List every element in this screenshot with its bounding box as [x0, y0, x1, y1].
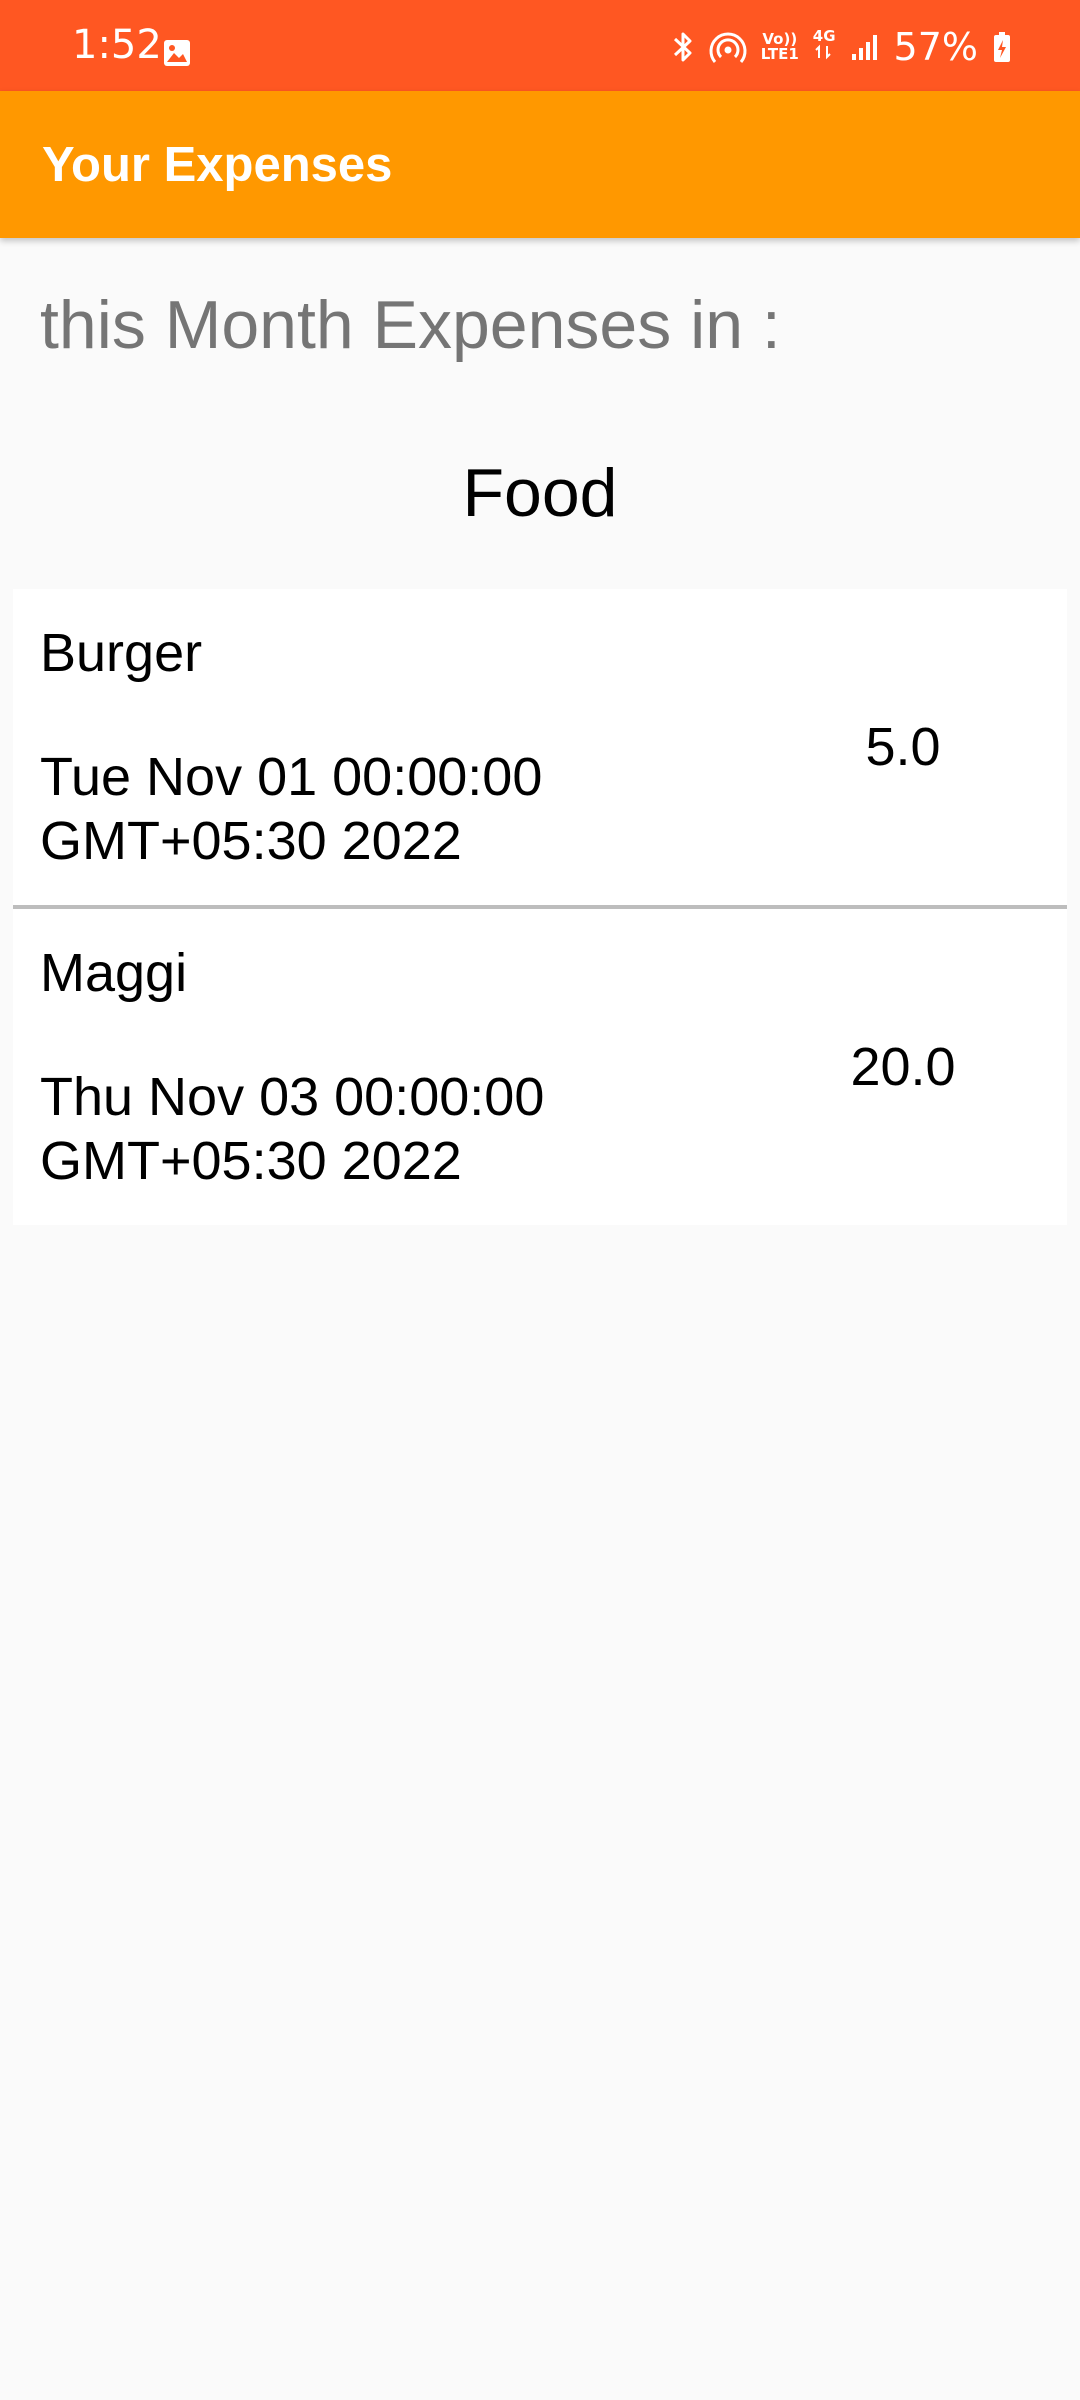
status-icons: Vo)) LTE1 4G 57% — [671, 24, 1012, 70]
gallery-icon — [164, 40, 190, 66]
bluetooth-icon — [673, 32, 692, 62]
volte-indicator: Vo)) LTE1 — [760, 30, 799, 63]
status-bar: 1:52 Vo)) LTE1 4G 57% — [0, 0, 1080, 91]
battery-icon — [994, 32, 1010, 62]
network-indicator: 4G — [813, 29, 836, 65]
category-title: Food — [462, 455, 618, 531]
hotspot-icon — [709, 32, 747, 63]
expense-amount: 5.0 — [865, 717, 941, 777]
expense-amount: 20.0 — [850, 1037, 956, 1097]
expense-list: Burger Tue Nov 01 00:00:00 GMT+05:30 202… — [13, 589, 1067, 1225]
expense-name: Maggi — [40, 943, 188, 1003]
signal-icon — [851, 35, 877, 60]
battery-percent: 57% — [893, 25, 978, 69]
list-item[interactable]: Maggi Thu Nov 03 00:00:00 GMT+05:30 2022… — [13, 909, 1067, 1227]
expense-date: Tue Nov 01 00:00:00 GMT+05:30 2022 — [40, 747, 543, 871]
list-item[interactable]: Burger Tue Nov 01 00:00:00 GMT+05:30 202… — [13, 589, 1067, 909]
status-time: 1:52 — [72, 22, 162, 68]
app-title: Your Expenses — [42, 138, 393, 192]
data-arrows-icon — [815, 44, 831, 60]
expense-name: Burger — [40, 623, 203, 683]
expense-date: Thu Nov 03 00:00:00 GMT+05:30 2022 — [40, 1067, 545, 1191]
app-bar: Your Expenses — [0, 91, 1080, 238]
section-heading: this Month Expenses in : — [40, 287, 781, 363]
